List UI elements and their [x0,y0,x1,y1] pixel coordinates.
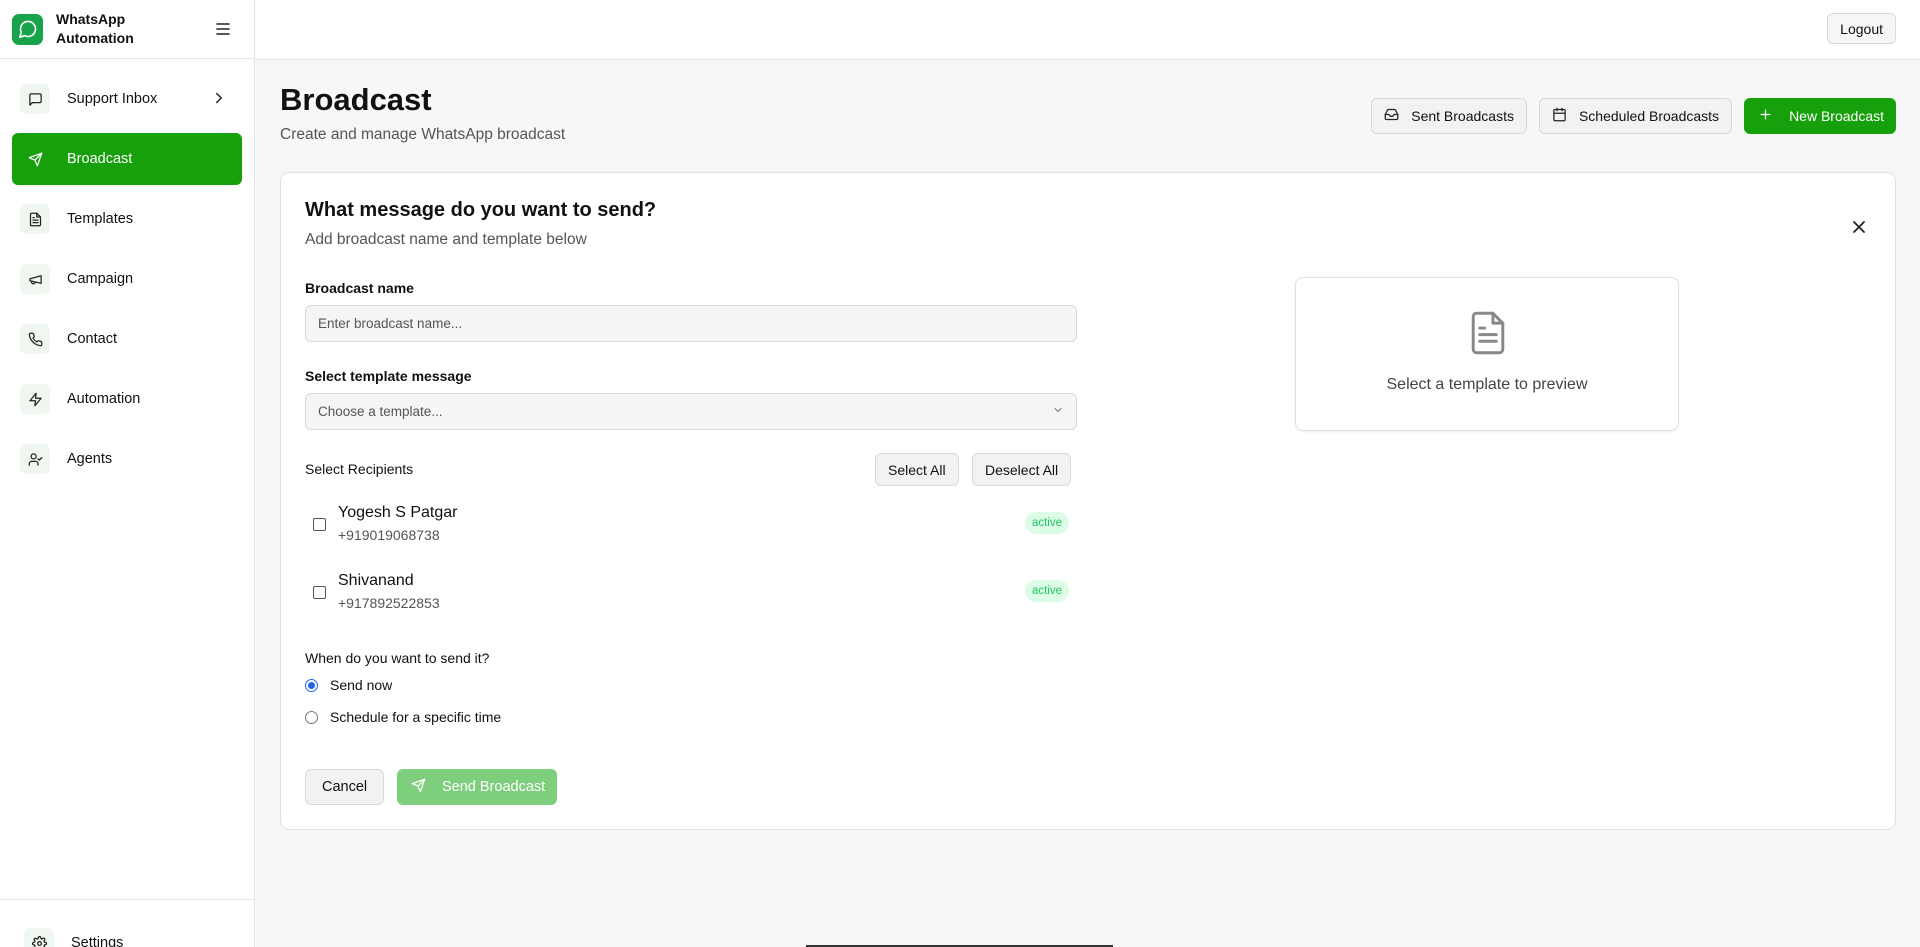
zap-icon [20,384,50,414]
document-icon [1468,310,1508,361]
recipient-row: Shivanand +917892522853 active [305,564,1077,624]
sidebar-nav: Support Inbox Broadcast Templates Campai… [0,59,254,485]
send-now-label: Send now [330,677,393,693]
sidebar-item-label: Campaign [67,271,134,287]
page-subtitle: Create and manage WhatsApp broadcast [280,126,566,143]
menu-toggle-icon[interactable] [212,18,234,40]
sidebar-item-label: Support Inbox [67,91,158,107]
file-text-icon [20,204,50,234]
recipient-phone: +919019068738 [338,527,440,543]
send-broadcast-label: Send Broadcast [442,779,546,795]
sidebar-item-agents[interactable]: Agents [12,433,242,485]
header-actions: Sent Broadcasts Scheduled Broadcasts New… [1371,98,1896,134]
deselect-all-button[interactable]: Deselect All [972,453,1072,486]
template-preview: Select a template to preview [1295,277,1679,431]
sidebar-item-contact[interactable]: Contact [12,313,242,365]
brand-name: WhatsApp Automation [56,10,134,48]
schedule-radio[interactable] [305,710,318,724]
sidebar-item-label: Settings [71,935,124,947]
sidebar-item-settings[interactable]: Settings [24,928,123,947]
sidebar-item-label: Automation [67,391,141,407]
sent-broadcasts-label: Sent Broadcasts [1411,108,1514,124]
message-square-icon [20,84,50,114]
recipient-checkbox[interactable] [313,518,326,531]
status-badge: active [1024,580,1069,602]
form-title: What message do you want to send? [305,199,657,221]
user-check-icon [20,444,50,474]
sent-broadcasts-button[interactable]: Sent Broadcasts [1371,98,1527,134]
recipient-name: Yogesh S Patgar [338,504,458,521]
recipient-checkbox[interactable] [313,586,326,599]
sidebar: WhatsApp Automation Support Inbox Broadc… [0,0,255,947]
sidebar-item-label: Contact [67,331,117,347]
send-broadcast-button[interactable]: Send Broadcast [397,769,558,805]
gear-icon [24,928,54,947]
plus-icon [1758,107,1773,125]
send-time-label: When do you want to send it? [305,650,490,666]
sidebar-item-label: Broadcast [67,151,133,167]
calendar-icon [1552,107,1567,125]
sidebar-item-templates[interactable]: Templates [12,193,242,245]
template-select-label: Select template message [305,368,472,384]
brand-name-line2: Automation [56,30,134,46]
scheduled-broadcasts-button[interactable]: Scheduled Broadcasts [1538,98,1733,134]
template-select-value: Choose a template... [318,404,443,419]
status-badge: active [1024,512,1069,534]
recipient-phone: +917892522853 [338,595,440,611]
send-icon [20,144,50,174]
form-subtitle: Add broadcast name and template below [305,231,587,248]
cancel-button[interactable]: Cancel [305,769,385,805]
chevron-down-icon [1052,404,1064,419]
brand-header: WhatsApp Automation [0,0,254,59]
top-bar: Logout [256,0,1920,60]
new-broadcast-label: New Broadcast [1789,108,1884,124]
recipient-name: Shivanand [338,572,414,589]
chevron-right-icon [210,89,228,111]
recipients-label: Select Recipients [305,461,414,477]
schedule-label: Schedule for a specific time [330,709,502,725]
schedule-option[interactable]: Schedule for a specific time [305,709,501,725]
new-broadcast-button[interactable]: New Broadcast [1744,98,1896,134]
send-now-radio[interactable] [305,678,318,692]
megaphone-icon [20,264,50,294]
select-all-button[interactable]: Select All [875,453,959,486]
phone-icon [20,324,50,354]
sidebar-item-label: Templates [67,211,134,227]
scheduled-broadcasts-label: Scheduled Broadcasts [1578,108,1720,124]
logout-button[interactable]: Logout [1827,13,1896,44]
preview-placeholder-text: Select a template to preview [1386,376,1588,393]
send-now-option[interactable]: Send now [305,677,392,693]
sidebar-footer: Settings [0,899,254,947]
recipient-row: Yogesh S Patgar +919019068738 active [305,496,1077,556]
close-icon[interactable] [1849,217,1869,237]
sidebar-item-label: Agents [67,451,113,467]
send-icon [411,778,426,797]
template-select[interactable]: Choose a template... [305,393,1077,430]
broadcast-name-label: Broadcast name [305,280,414,296]
sidebar-item-broadcast[interactable]: Broadcast [12,133,242,185]
whatsapp-logo-icon [12,13,43,45]
sidebar-item-support-inbox[interactable]: Support Inbox [12,73,242,125]
page-title: Broadcast [280,82,432,117]
sidebar-item-campaign[interactable]: Campaign [12,253,242,305]
inbox-icon [1384,107,1399,125]
brand-name-line1: WhatsApp [56,11,126,27]
sidebar-item-automation[interactable]: Automation [12,373,242,425]
broadcast-form-card: What message do you want to send? Add br… [280,172,1896,830]
broadcast-name-input[interactable] [305,305,1077,342]
